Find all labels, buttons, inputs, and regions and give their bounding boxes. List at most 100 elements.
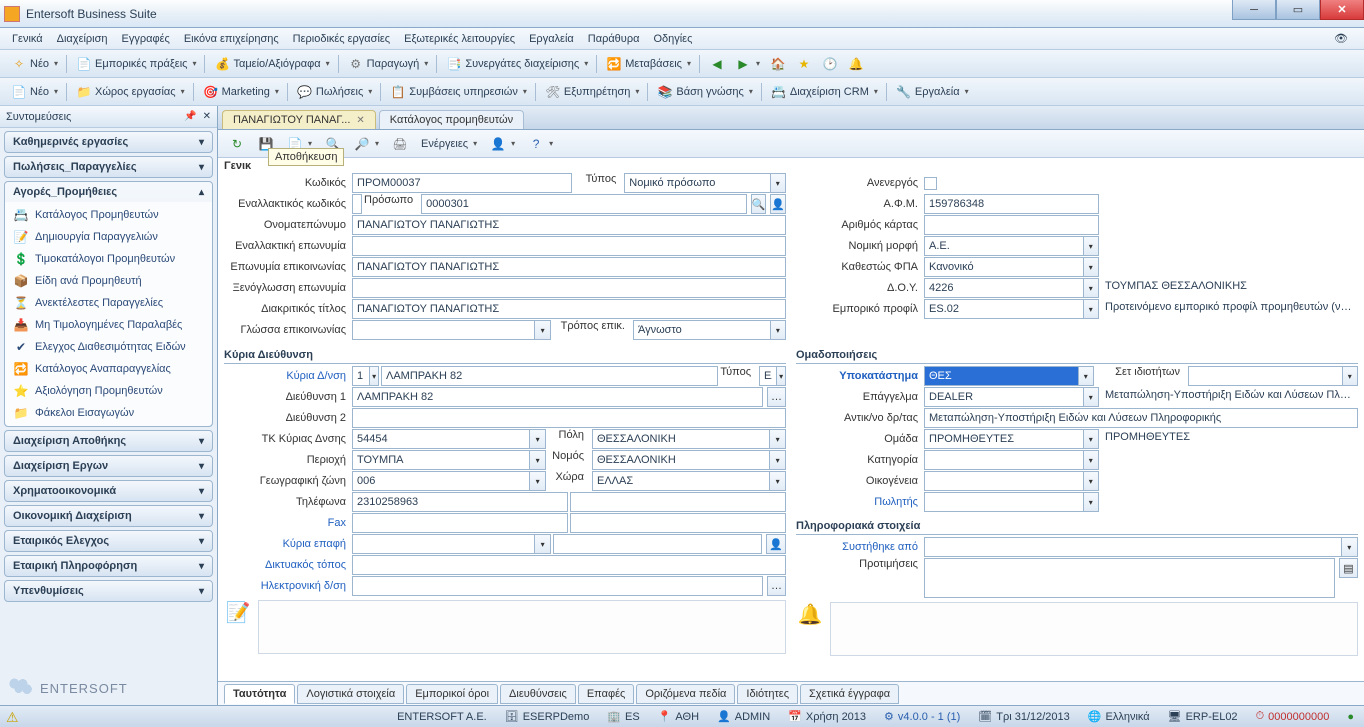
contact-add-icon[interactable]: 👤 (766, 534, 786, 554)
branch-select[interactable] (924, 366, 1079, 386)
menu-periodic[interactable]: Περιοδικές εργασίες (287, 31, 396, 47)
tb2-support[interactable]: 🛠Εξυπηρέτηση▾ (540, 81, 645, 103)
bell-icon[interactable]: 🔔 (796, 602, 824, 656)
recommendedby-select[interactable] (924, 537, 1342, 557)
tb1-partners[interactable]: 📑Συνεργάτες διαχείρισης▾ (441, 53, 593, 75)
menu-windows[interactable]: Παράθυρα (582, 31, 646, 47)
btab-props[interactable]: Ιδιότητες (737, 684, 798, 704)
doc-help[interactable]: ?▾ (523, 133, 558, 155)
tb2-marketing[interactable]: 🎯Marketing▾ (198, 81, 284, 103)
nav-group[interactable]: Καθημερινές εργασίες▾ (4, 131, 213, 153)
btab-account[interactable]: Λογιστικά στοιχεία (297, 684, 404, 704)
nav-item[interactable]: 📥Μη Τιμολογημένες Παραλαβές (5, 314, 212, 336)
notes-icon[interactable]: 📝 (224, 600, 252, 654)
window-close[interactable]: ✕ (1320, 0, 1364, 20)
category-select[interactable] (924, 450, 1084, 470)
nav-group[interactable]: Διαχείριση Αποθήκης▾ (4, 430, 213, 452)
person-search-icon[interactable]: 🔍 (751, 194, 767, 214)
afm-input[interactable] (924, 194, 1099, 214)
website-input[interactable] (352, 555, 786, 575)
menu-help[interactable]: Οδηγίες (647, 31, 698, 47)
btab-docs[interactable]: Σχετικά έγγραφα (800, 684, 899, 704)
mainaddr-no[interactable] (352, 366, 370, 386)
person-input[interactable] (421, 194, 747, 214)
nav-group[interactable]: Πωλήσεις_Παραγγελίες▾ (4, 156, 213, 178)
tb2-contracts[interactable]: 📋Συμβάσεις υπηρεσιών▾ (385, 81, 532, 103)
nav-group[interactable]: Οικονομική Διαχείριση▾ (4, 505, 213, 527)
fax-input[interactable] (352, 513, 568, 533)
doc-tab-active[interactable]: ΠΑΝΑΓΙΩΤΟΥ ΠΑΝΑΓ...✕ (222, 110, 376, 129)
zip-input[interactable] (352, 429, 530, 449)
doc-tab-catalog[interactable]: Κατάλογος προμηθευτών (379, 110, 524, 129)
btab-contacts[interactable]: Επαφές (578, 684, 634, 704)
warning-icon[interactable]: ⚠ (6, 709, 22, 725)
doc-print[interactable]: 🖨 (387, 133, 413, 155)
tab-close-icon[interactable]: ✕ (356, 115, 364, 126)
nav-item[interactable]: 📝Δημιουργία Παραγγελιών (5, 226, 212, 248)
tb2-new[interactable]: 📄Νέο▾ (6, 81, 63, 103)
area-input[interactable] (352, 450, 530, 470)
vat-select[interactable] (924, 257, 1084, 277)
addr-more-icon[interactable]: … (767, 387, 786, 407)
nav-group[interactable]: Υπενθυμίσεις▾ (4, 580, 213, 602)
doc-zoom[interactable]: 🔎▾ (349, 133, 384, 155)
tb1-bell[interactable]: 🔔 (843, 53, 869, 75)
tb1-trans[interactable]: 🔁Μεταβάσεις▾ (601, 53, 696, 75)
nav-group[interactable]: Εταιρικός Ελεγχος▾ (4, 530, 213, 552)
inactive-checkbox[interactable] (924, 177, 937, 190)
addr2-input[interactable] (352, 408, 786, 428)
pref-more-icon[interactable]: ▤ (1339, 558, 1358, 578)
mainaddr-type[interactable] (759, 366, 777, 386)
contactname-input[interactable] (352, 257, 786, 277)
sidebar-close-icon[interactable]: ✕ (203, 111, 211, 122)
activity-input[interactable] (924, 408, 1358, 428)
menu-eye-icon[interactable]: 👁 (1328, 30, 1358, 47)
nav-item[interactable]: 📦Είδη ανά Προμηθευτή (5, 270, 212, 292)
family-select[interactable] (924, 471, 1084, 491)
btab-identity[interactable]: Ταυτότητα (224, 684, 295, 704)
addr1-input[interactable] (352, 387, 763, 407)
altcode-input[interactable] (352, 194, 362, 214)
geo-input[interactable] (352, 471, 530, 491)
tb2-sales[interactable]: 💬Πωλήσεις▾ (292, 81, 377, 103)
menu-tools[interactable]: Εργαλεία (523, 31, 580, 47)
nav-group[interactable]: Αγορές_Προμήθειες▴📇Κατάλογος Προμηθευτών… (4, 181, 213, 427)
window-minimize[interactable]: ─ (1232, 0, 1276, 20)
phone-input[interactable] (352, 492, 568, 512)
nomos-input[interactable] (592, 450, 770, 470)
nav-item[interactable]: ⭐Αξιολόγηση Προμηθευτών (5, 380, 212, 402)
type-select[interactable] (624, 173, 770, 193)
alerts-box[interactable] (830, 602, 1358, 656)
menu-manage[interactable]: Διαχείριση (51, 31, 114, 47)
nav-group[interactable]: Εταιρική Πληροφόρηση▾ (4, 555, 213, 577)
foreignname-input[interactable] (352, 278, 786, 298)
altname-input[interactable] (352, 236, 786, 256)
card-input[interactable] (924, 215, 1099, 235)
btab-addresses[interactable]: Διευθύνσεις (500, 684, 576, 704)
nav-group[interactable]: Χρηματοοικονομικά▾ (4, 480, 213, 502)
nav-item[interactable]: ✔Ελεγχος Διαθεσιμότητας Ειδών (5, 336, 212, 358)
nav-group[interactable]: Διαχείριση Εργων▾ (4, 455, 213, 477)
nav-item[interactable]: ⏳Ανεκτέλεστες Παραγγελίες (5, 292, 212, 314)
nav-item[interactable]: 📇Κατάλογος Προμηθευτών (5, 204, 212, 226)
tb1-home[interactable]: 🏠 (765, 53, 791, 75)
propset-select[interactable] (1188, 366, 1343, 386)
nav-item[interactable]: 💲Τιμοκατάλογοι Προμηθευτών (5, 248, 212, 270)
profile-select[interactable] (924, 299, 1084, 319)
btab-commercial[interactable]: Εμπορικοί όροι (406, 684, 498, 704)
pin-icon[interactable]: 📌 (184, 111, 196, 122)
tb2-kb[interactable]: 📚Βάση γνώσης▾ (652, 81, 757, 103)
tb1-fwd[interactable]: ▶▾ (730, 53, 765, 75)
doc-user[interactable]: 👤▾ (485, 133, 520, 155)
tb1-back[interactable]: ◀ (704, 53, 730, 75)
tb1-new[interactable]: ✧Νέο▾ (6, 53, 63, 75)
seller-select[interactable] (924, 492, 1084, 512)
mainaddr-text[interactable] (381, 366, 718, 386)
code-input[interactable] (352, 173, 572, 193)
nav-item[interactable]: 🔁Κατάλογος Αναπαραγγελίας (5, 358, 212, 380)
person-add-icon[interactable]: 👤 (770, 194, 786, 214)
phone2-input[interactable] (570, 492, 786, 512)
country-input[interactable] (592, 471, 770, 491)
nav-item[interactable]: 📁Φάκελοι Εισαγωγών (5, 402, 212, 424)
notes-box[interactable] (258, 600, 786, 654)
